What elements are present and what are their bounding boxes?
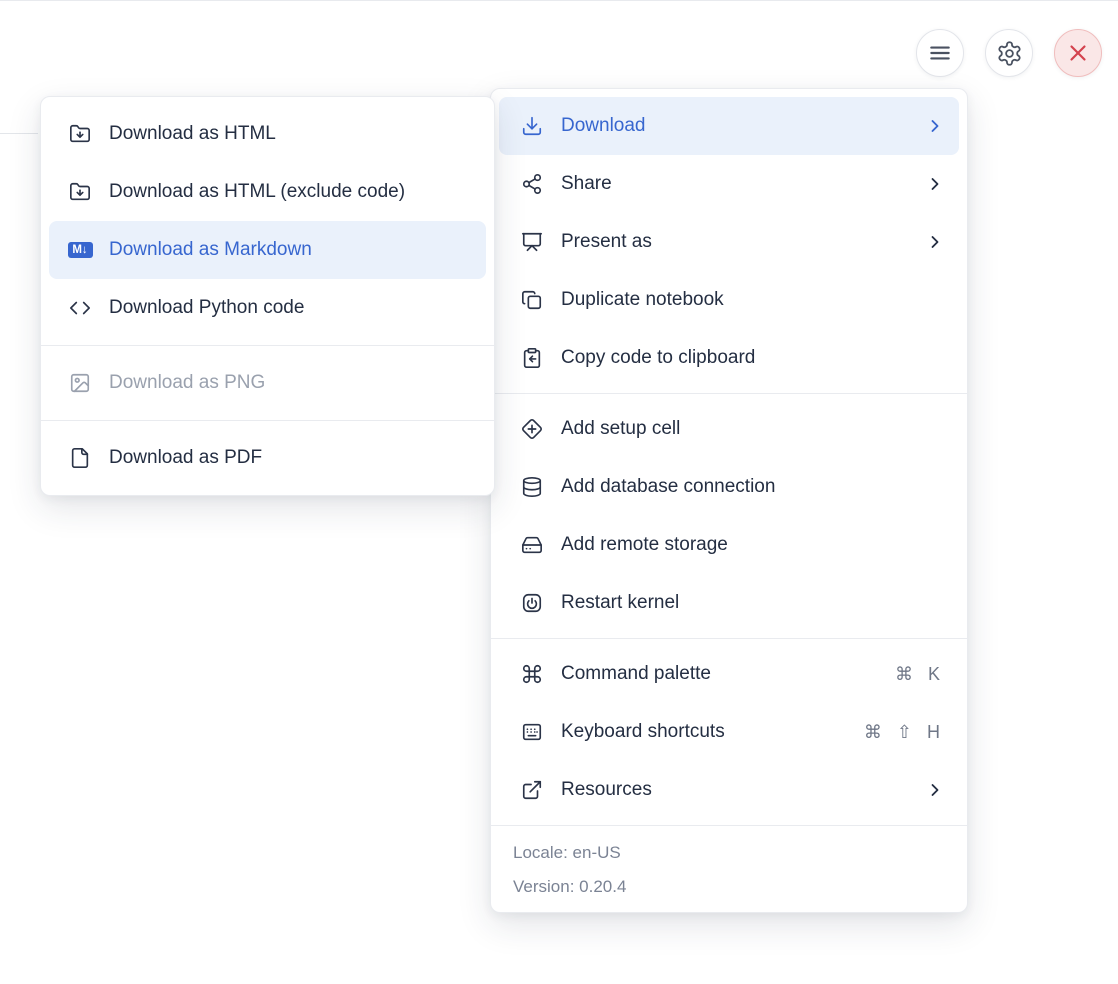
download-submenu: Download as HTML Download as HTML (exclud… <box>40 96 495 496</box>
menu-item-restart-kernel[interactable]: Restart kernel <box>499 574 959 632</box>
menu-item-present-as[interactable]: Present as <box>499 213 959 271</box>
settings-button[interactable] <box>985 29 1033 77</box>
chevron-right-icon <box>925 232 945 252</box>
markdown-icon: M↓ <box>67 242 93 258</box>
menu-item-keyboard-shortcuts[interactable]: Keyboard shortcuts ⌘ ⇧ H <box>499 703 959 761</box>
menu-item-add-remote-storage[interactable]: Add remote storage <box>499 516 959 574</box>
menu-item-share[interactable]: Share <box>499 155 959 213</box>
menu-item-download-as-html-exclude-code[interactable]: Download as HTML (exclude code) <box>49 163 486 221</box>
menu-divider <box>41 420 494 421</box>
code-icon <box>67 297 93 319</box>
menu-footer: Locale: en-US Version: 0.20.4 <box>491 832 967 904</box>
menu-item-label: Download <box>561 115 913 137</box>
chevron-right-icon <box>925 116 945 136</box>
menu-item-resources[interactable]: Resources <box>499 761 959 819</box>
menu-item-label: Add database connection <box>561 476 945 498</box>
notebook-menu: Download Share Present as Duplicate noteboo… <box>490 88 968 913</box>
menu-item-label: Download as HTML <box>109 123 472 145</box>
image-icon <box>67 372 93 394</box>
menu-item-label: Keyboard shortcuts <box>561 721 852 743</box>
database-icon <box>519 476 545 498</box>
hamburger-icon <box>927 40 953 66</box>
hard-drive-icon <box>519 534 545 556</box>
folder-download-icon <box>67 181 93 203</box>
external-link-icon <box>519 779 545 801</box>
menu-item-add-database-connection[interactable]: Add database connection <box>499 458 959 516</box>
file-icon <box>67 447 93 469</box>
menu-item-label: Download as PDF <box>109 447 472 469</box>
menu-item-copy-code-to-clipboard[interactable]: Copy code to clipboard <box>499 329 959 387</box>
menu-item-label: Restart kernel <box>561 592 945 614</box>
menu-item-download-as-pdf[interactable]: Download as PDF <box>49 429 486 487</box>
menu-item-label: Download as Markdown <box>109 239 472 261</box>
menu-divider <box>41 345 494 346</box>
menu-item-download-as-html[interactable]: Download as HTML <box>49 105 486 163</box>
command-icon <box>519 663 545 685</box>
menu-item-label: Copy code to clipboard <box>561 347 945 369</box>
menu-item-label: Add setup cell <box>561 418 945 440</box>
menu-item-label: Share <box>561 173 913 195</box>
gear-icon <box>996 40 1023 67</box>
menu-item-duplicate-notebook[interactable]: Duplicate notebook <box>499 271 959 329</box>
menu-item-label: Resources <box>561 779 913 801</box>
share-icon <box>519 173 545 195</box>
chevron-right-icon <box>925 780 945 800</box>
menu-item-download-as-markdown[interactable]: M↓ Download as Markdown <box>49 221 486 279</box>
menu-item-label: Present as <box>561 231 913 253</box>
keyboard-shortcut-hint: ⌘ ⇧ H <box>864 722 945 743</box>
menu-item-label: Command palette <box>561 663 883 685</box>
keyboard-shortcut-hint: ⌘ K <box>895 664 945 685</box>
toolbar <box>916 29 1102 77</box>
menu-divider <box>491 825 967 826</box>
version-text: Version: 0.20.4 <box>513 874 945 900</box>
menu-item-label: Download Python code <box>109 297 472 319</box>
power-icon <box>519 592 545 614</box>
copy-icon <box>519 289 545 311</box>
locale-text: Locale: en-US <box>513 840 945 866</box>
folder-download-icon <box>67 123 93 145</box>
close-icon <box>1065 40 1091 66</box>
keyboard-icon <box>519 721 545 743</box>
menu-divider <box>491 393 967 394</box>
menu-item-add-setup-cell[interactable]: Add setup cell <box>499 400 959 458</box>
menu-item-label: Duplicate notebook <box>561 289 945 311</box>
menu-item-label: Download as PNG <box>109 372 472 394</box>
page-top-border <box>0 0 1118 1</box>
download-icon <box>519 115 545 137</box>
menu-item-label: Download as HTML (exclude code) <box>109 181 472 203</box>
menu-item-download-as-png: Download as PNG <box>49 354 486 412</box>
chevron-right-icon <box>925 174 945 194</box>
menu-item-download-python-code[interactable]: Download Python code <box>49 279 486 337</box>
clipboard-copy-icon <box>519 347 545 369</box>
menu-divider <box>491 638 967 639</box>
diamond-plus-icon <box>519 418 545 440</box>
notebook-menu-button[interactable] <box>916 29 964 77</box>
menu-item-download[interactable]: Download <box>499 97 959 155</box>
cell-border-fragment <box>0 133 38 134</box>
menu-item-command-palette[interactable]: Command palette ⌘ K <box>499 645 959 703</box>
shutdown-button[interactable] <box>1054 29 1102 77</box>
menu-item-label: Add remote storage <box>561 534 945 556</box>
presentation-icon <box>519 231 545 253</box>
